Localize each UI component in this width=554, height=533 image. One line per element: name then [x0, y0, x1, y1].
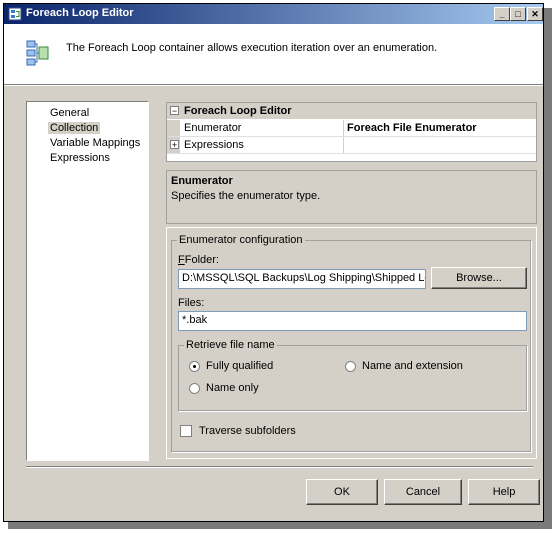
footer-separator	[26, 466, 533, 468]
header-separator	[4, 84, 543, 86]
property-category-label: Foreach Loop Editor	[184, 105, 292, 117]
property-category-row[interactable]: − Foreach Loop Editor	[167, 103, 536, 119]
nav-item-variable-mappings[interactable]: Variable Mappings	[50, 137, 140, 149]
property-grid: − Foreach Loop Editor Enumerator Foreach…	[166, 102, 537, 162]
close-button[interactable]: ✕	[527, 7, 543, 21]
folder-label: FFolder:	[178, 254, 219, 266]
dialog-header: The Foreach Loop container allows execut…	[4, 24, 543, 84]
foreach-loop-editor-window: Foreach Loop Editor _ □ ✕ The Foreach Lo…	[3, 3, 544, 522]
enumerator-config-panel: Enumerator configuration FFolder: D:\MSS…	[166, 227, 537, 459]
group-label: Enumerator configuration	[177, 234, 305, 246]
window-title: Foreach Loop Editor	[26, 7, 134, 19]
app-icon	[8, 7, 22, 21]
name-and-extension-radio[interactable]	[345, 361, 356, 372]
folder-input[interactable]: D:\MSSQL\SQL Backups\Log Shipping\Shippe…	[178, 269, 426, 289]
retrieve-group-label: Retrieve file name	[184, 339, 277, 351]
enumerator-configuration-group: Enumerator configuration FFolder: D:\MSS…	[171, 234, 531, 452]
header-description: The Foreach Loop container allows execut…	[66, 42, 438, 54]
description-title: Enumerator	[171, 175, 233, 187]
ok-button[interactable]: OK	[306, 479, 378, 505]
traverse-subfolders-label: Traverse subfolders	[199, 425, 296, 437]
nav-item-collection[interactable]: Collection	[48, 122, 101, 134]
property-row-enumerator[interactable]: Enumerator Foreach File Enumerator	[167, 120, 536, 137]
property-description-panel: Enumerator Specifies the enumerator type…	[166, 170, 537, 224]
traverse-subfolders-checkbox[interactable]	[180, 425, 192, 437]
name-only-radio[interactable]	[189, 383, 200, 394]
minimize-button[interactable]: _	[494, 7, 510, 21]
expand-icon[interactable]: +	[170, 140, 179, 150]
property-value[interactable]: Foreach File Enumerator	[347, 122, 477, 134]
cancel-button[interactable]: Cancel	[384, 479, 462, 505]
files-label: Files:	[178, 297, 205, 309]
property-name: Enumerator	[184, 122, 242, 134]
nav-item-general[interactable]: General	[50, 107, 89, 119]
browse-button[interactable]: Browse...	[431, 267, 527, 289]
page-navigation: General Collection Variable Mappings Exp…	[26, 101, 149, 461]
name-and-extension-label: Name and extension	[362, 360, 463, 372]
help-button[interactable]: Help	[468, 479, 540, 505]
name-only-label: Name only	[206, 382, 259, 394]
title-bar[interactable]: Foreach Loop Editor _ □ ✕	[4, 4, 543, 24]
nav-item-expressions[interactable]: Expressions	[50, 152, 110, 164]
files-input[interactable]: *.bak	[178, 311, 527, 331]
foreach-loop-icon	[26, 40, 49, 66]
retrieve-file-name-group: Retrieve file name Fully qualified Name …	[178, 339, 527, 411]
fully-qualified-radio[interactable]	[189, 361, 200, 372]
maximize-button[interactable]: □	[510, 7, 526, 21]
property-name: Expressions	[184, 139, 244, 151]
description-text: Specifies the enumerator type.	[171, 190, 321, 202]
fully-qualified-label: Fully qualified	[206, 360, 274, 372]
collapse-icon[interactable]: −	[170, 106, 179, 116]
property-row-expressions[interactable]: + Expressions	[167, 137, 536, 154]
